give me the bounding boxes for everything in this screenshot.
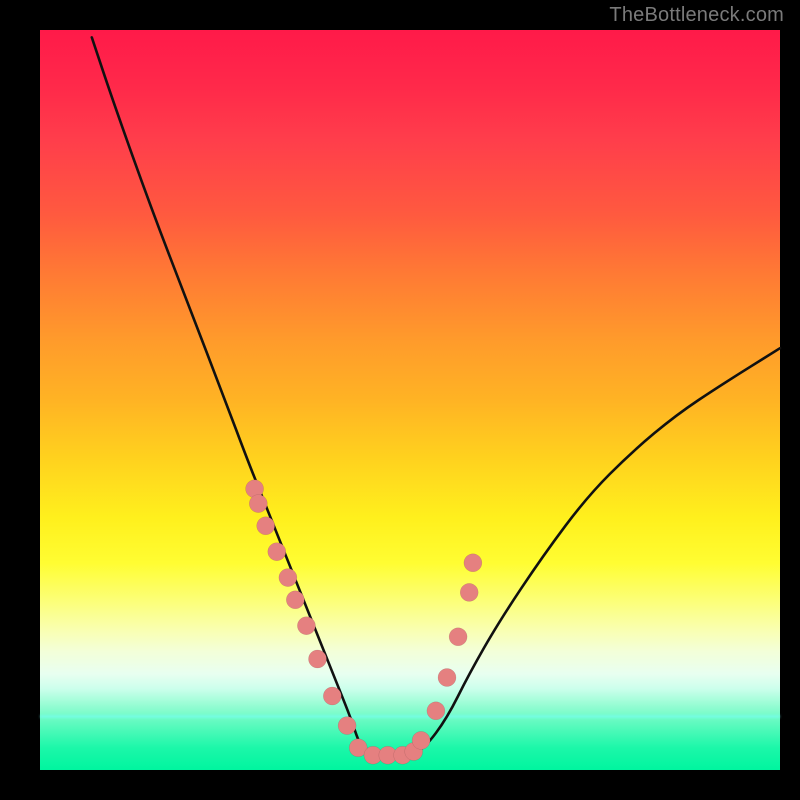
data-dot (268, 543, 286, 561)
data-dot (309, 650, 327, 668)
data-dot (438, 669, 456, 687)
bottleneck-curve-svg (40, 30, 780, 770)
data-dot (279, 569, 297, 587)
data-dot (427, 702, 445, 720)
data-dot (338, 717, 356, 735)
data-dot (249, 495, 267, 513)
data-dot (460, 583, 478, 601)
data-dot (464, 554, 482, 572)
data-dot (257, 517, 275, 535)
data-dot (412, 731, 430, 749)
data-dot (323, 687, 341, 705)
data-dot (449, 628, 467, 646)
bottleneck-curve (92, 37, 780, 755)
watermark-text: TheBottleneck.com (609, 4, 784, 27)
data-dots (246, 480, 482, 764)
chart-stage: TheBottleneck.com (0, 0, 800, 800)
gradient-background (40, 30, 780, 770)
data-dot (297, 617, 315, 635)
data-dot (286, 591, 304, 609)
